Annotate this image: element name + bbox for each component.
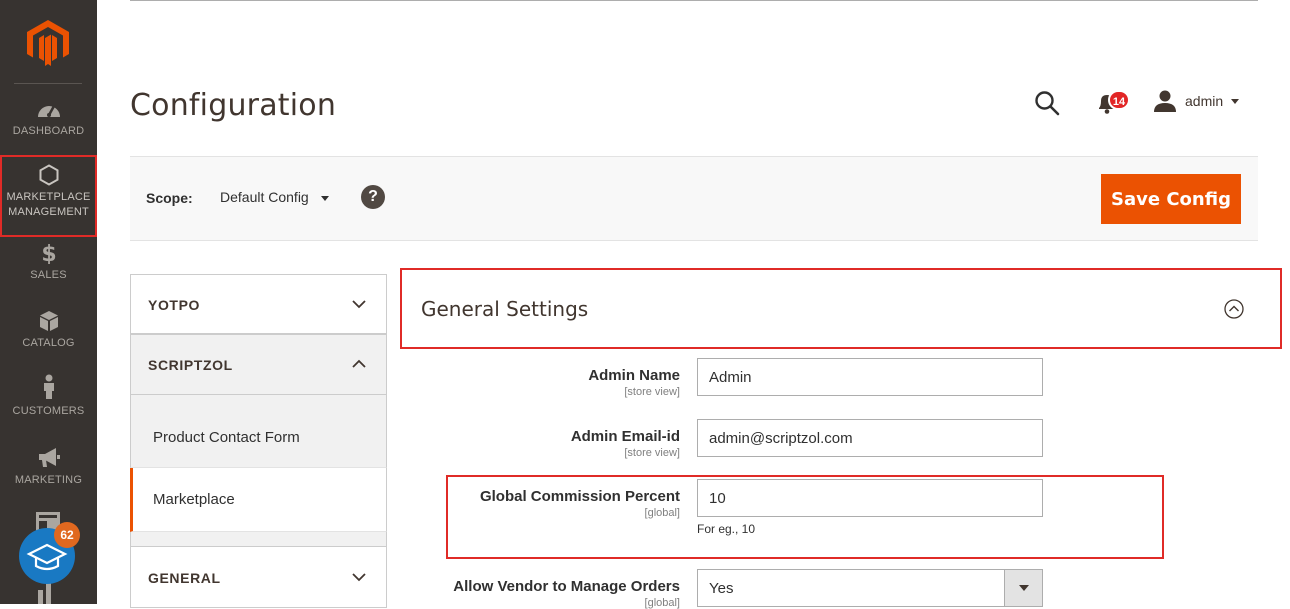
sidebar-item-dashboard[interactable]: DASHBOARD (0, 98, 97, 139)
tab-group-scriptzol[interactable]: SCRIPTZOL (130, 334, 387, 395)
field-scope: [global] (644, 507, 680, 519)
scope-help-icon[interactable]: ? (361, 185, 385, 209)
chevron-up-icon (352, 359, 366, 368)
scope-label: Scope: (146, 190, 193, 206)
sidebar-item-label: SALES (30, 269, 67, 281)
tab-group-label: YOTPO (148, 297, 201, 313)
help-count-badge: 62 (54, 522, 80, 548)
user-name: admin (1185, 93, 1224, 109)
sidebar-item-sales[interactable]: $ SALES (0, 242, 97, 283)
allow-vendor-orders-select[interactable]: Yes (697, 569, 1043, 607)
sidebar-divider (14, 83, 82, 84)
megaphone-icon (38, 448, 60, 467)
sidebar-item-label: MARKETING (14, 474, 83, 486)
tab-item-label: Marketplace (153, 491, 235, 508)
chevron-down-icon (1231, 99, 1239, 104)
dollar-icon: $ (41, 242, 56, 264)
chevron-down-icon[interactable] (321, 196, 329, 201)
field-label: Admin Email-id (570, 428, 680, 445)
config-tabs: YOTPO SCRIPTZOL Product Contact Form Mar… (130, 274, 387, 608)
sidebar-item-label: CUSTOMERS (12, 405, 85, 417)
admin-email-input[interactable] (697, 419, 1043, 457)
chevron-down-icon[interactable] (1004, 570, 1042, 606)
magento-logo-icon[interactable] (27, 20, 69, 66)
search-icon[interactable] (1034, 90, 1060, 116)
page-title: Configuration (130, 88, 337, 123)
sidebar-item-marketplace-management[interactable]: MARKETPLACE MANAGEMENT (0, 155, 97, 237)
field-label: Admin Name (588, 367, 680, 384)
chevron-down-icon (352, 300, 366, 309)
tab-product-contact-form[interactable]: Product Contact Form (130, 395, 387, 468)
sidebar-item-customers[interactable]: CUSTOMERS (0, 374, 97, 419)
sidebar-item-catalog[interactable]: CATALOG (0, 310, 97, 351)
global-commission-input[interactable] (697, 479, 1043, 517)
select-value: Yes (709, 580, 734, 597)
field-scope: [global] (644, 597, 680, 609)
tab-group-label: SCRIPTZOL (148, 357, 233, 373)
svg-text:$: $ (41, 242, 56, 264)
scope-bar: Scope: Default Config ? Save Config (130, 156, 1258, 241)
sidebar-item-label: DASHBOARD (12, 125, 85, 137)
save-config-button[interactable]: Save Config (1101, 174, 1241, 224)
chevron-down-icon (352, 573, 366, 582)
sidebar-item-marketing[interactable]: MARKETING (0, 447, 97, 488)
sidebar-item-label: MARKETPLACE MANAGEMENT (6, 191, 91, 218)
user-menu[interactable]: admin (1154, 90, 1254, 114)
section-title: General Settings (421, 297, 589, 321)
field-label: Allow Vendor to Manage Orders (453, 578, 680, 595)
field-label: Global Commission Percent (479, 488, 680, 505)
sidebar-item-label: CATALOG (22, 337, 75, 349)
tab-group-yotpo[interactable]: YOTPO (130, 274, 387, 334)
tab-group-spacer (130, 532, 387, 546)
notifications-count-badge: 14 (1108, 90, 1130, 110)
hexagon-icon (39, 164, 58, 186)
tab-item-label: Product Contact Form (153, 429, 300, 446)
top-divider (130, 0, 1258, 1)
box-icon (39, 311, 58, 331)
collapse-circle-icon[interactable] (1224, 299, 1244, 319)
dashboard-icon (37, 105, 60, 117)
field-scope: [store view] (624, 447, 680, 459)
admin-name-input[interactable] (697, 358, 1043, 396)
field-scope: [store view] (624, 386, 680, 398)
tab-group-label: GENERAL (148, 570, 221, 586)
person-icon (43, 374, 54, 399)
tab-marketplace[interactable]: Marketplace (130, 468, 387, 532)
field-note: For eg., 10 (697, 522, 756, 536)
tab-group-general[interactable]: GENERAL (130, 546, 387, 608)
admin-sidebar: DASHBOARD MARKETPLACE MANAGEMENT $ SALES… (0, 0, 97, 604)
general-settings-header[interactable]: General Settings (400, 268, 1282, 349)
user-icon (1154, 90, 1176, 112)
